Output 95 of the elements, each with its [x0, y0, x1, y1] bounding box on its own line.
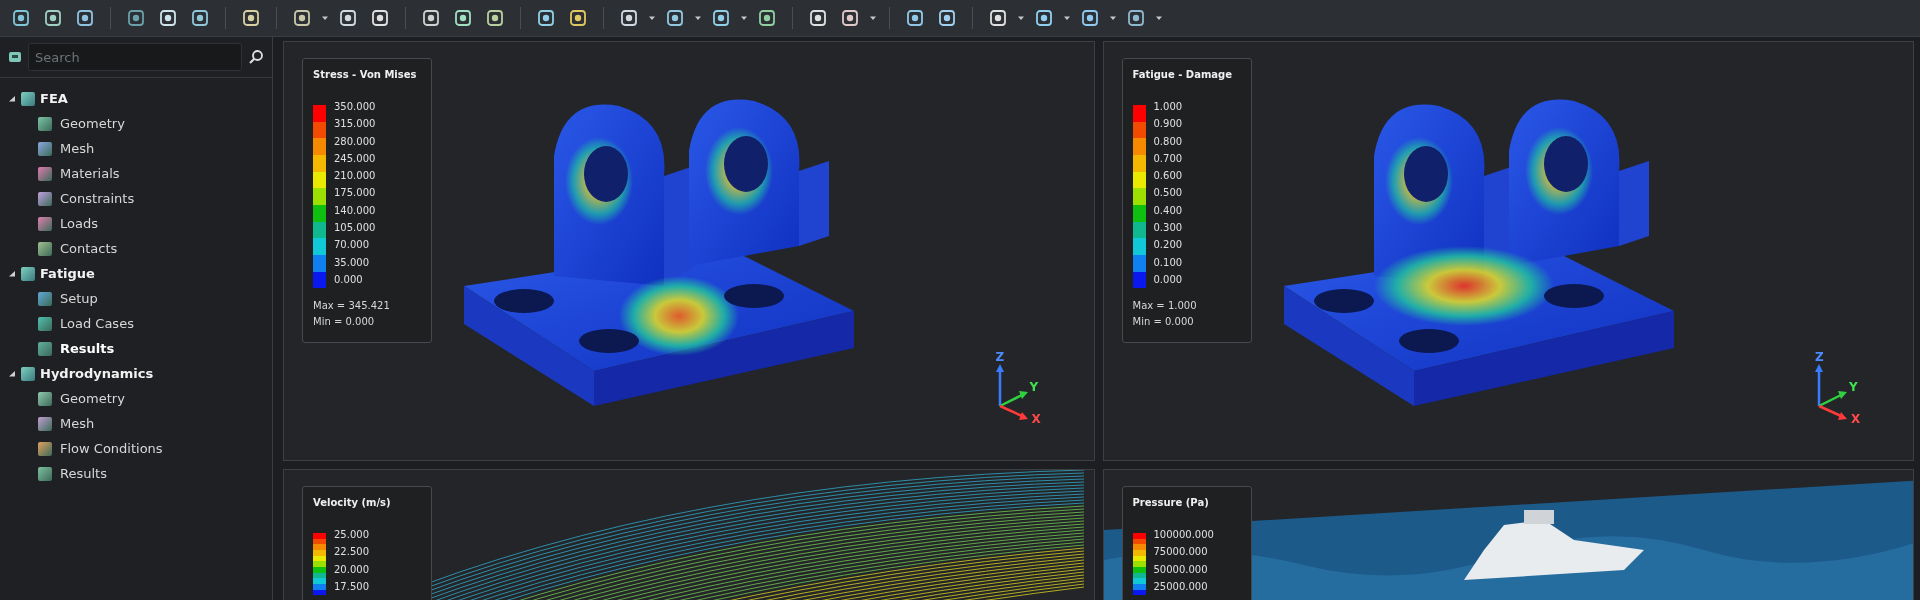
- legend-value: 0.300: [1153, 221, 1183, 236]
- folder-icon: [8, 50, 22, 64]
- tree-item[interactable]: Constraints: [0, 186, 272, 211]
- legend-value: 0.800: [1153, 134, 1183, 149]
- tree-node-icon: [38, 391, 52, 406]
- caret-icon[interactable]: [694, 14, 702, 22]
- tree-node-icon: [38, 216, 52, 231]
- legend-title: Fatigue - Damage: [1132, 69, 1234, 80]
- search-field[interactable]: Search: [28, 43, 242, 71]
- viewport-panel[interactable]: Stress - Von Mises 350.000 315.000 280.000 245.000 210.000 175.000 140.000 105.000 70.000 35.000 0.000 Max = 345.421 Min = 0.000 Z Y X: [283, 41, 1095, 461]
- legend-value: 35.000: [334, 255, 370, 270]
- legend-min: Min = 0.000: [313, 315, 376, 330]
- y-axis-label: Y: [1029, 380, 1039, 394]
- legend-value: 0.700: [1153, 151, 1183, 166]
- legend-value: 75000.000: [1153, 545, 1209, 560]
- legend-max: Max = 1.000: [1132, 299, 1198, 314]
- tree-group-label[interactable]: Hydrodynamics: [40, 366, 154, 381]
- y-axis-label: Y: [1849, 380, 1858, 394]
- viewport-panel[interactable]: Pressure (Pa) 100000.000 75000.000 50000.000 25000.000: [1102, 469, 1914, 600]
- tree-node-icon: [38, 441, 52, 456]
- legend-value: 245.000: [334, 151, 376, 166]
- legend-max: Max = 345.421: [313, 299, 391, 314]
- legend-min: Min = 0.000: [1132, 315, 1195, 330]
- tree-item[interactable]: Loads: [0, 211, 272, 236]
- caret-icon[interactable]: [1063, 14, 1071, 22]
- tree-group-label[interactable]: FEA: [40, 91, 68, 106]
- search-icon[interactable]: [248, 49, 264, 65]
- tree-group-label[interactable]: Fatigue: [40, 266, 95, 281]
- legend-value: 17.500: [334, 579, 369, 594]
- tree-node-icon: [38, 341, 52, 356]
- tree-node-icon: [38, 166, 52, 181]
- tree-item[interactable]: Geometry: [0, 111, 272, 136]
- legend-value: 22.500: [334, 545, 369, 560]
- caret-icon[interactable]: [321, 14, 329, 22]
- legend-value: 20.000: [334, 562, 369, 577]
- viewport-panel[interactable]: Velocity (m/s) 25.000 22.500 20.000 17.500: [283, 469, 1095, 600]
- legend-value: 70.000: [334, 238, 370, 253]
- tree-item[interactable]: Results: [0, 461, 272, 486]
- tree-node-icon: [21, 366, 35, 381]
- legend-value: 0.900: [1153, 117, 1183, 132]
- legend-value: 0.400: [1153, 203, 1183, 218]
- tree-node-icon: [38, 141, 52, 156]
- x-axis-label: X: [1851, 412, 1861, 426]
- legend-value: 0.500: [1153, 186, 1183, 201]
- tree-item[interactable]: Load Cases: [0, 311, 272, 336]
- tree-node-icon: [38, 191, 52, 206]
- legend-value: 25000.000: [1153, 579, 1209, 594]
- legend-value: 1.000: [1153, 100, 1183, 114]
- caret-icon[interactable]: [740, 14, 748, 22]
- legend-value: 0.000: [1153, 272, 1183, 287]
- tree-node-icon: [38, 466, 52, 481]
- tree-item[interactable]: Mesh: [0, 136, 272, 161]
- expand-icon[interactable]: [8, 94, 16, 103]
- tree-node-icon: [38, 316, 52, 331]
- legend-value: 25.000: [334, 528, 369, 542]
- legend-title: Velocity (m/s): [313, 497, 392, 508]
- tree-item[interactable]: Geometry: [0, 386, 272, 411]
- tree-item[interactable]: Materials: [0, 161, 272, 186]
- caret-icon[interactable]: [1017, 14, 1025, 22]
- legend-value: 100000.000: [1153, 528, 1214, 542]
- expand-icon[interactable]: [8, 369, 16, 378]
- legend-value: 50000.000: [1153, 562, 1209, 577]
- caret-icon[interactable]: [1155, 14, 1163, 22]
- z-axis-label: Z: [1815, 350, 1824, 364]
- legend-value: 350.000: [334, 100, 376, 114]
- caret-icon[interactable]: [869, 14, 877, 22]
- legend-value: 0.200: [1153, 238, 1183, 253]
- expand-icon[interactable]: [8, 269, 16, 278]
- x-axis-label: X: [1031, 412, 1041, 426]
- caret-icon[interactable]: [648, 14, 656, 22]
- tree-node-icon: [21, 91, 35, 106]
- tree-node-icon: [38, 116, 52, 131]
- legend-value: 210.000: [334, 169, 376, 184]
- legend-value: 140.000: [334, 203, 376, 218]
- legend-value: 105.000: [334, 221, 376, 236]
- tree-node-icon: [38, 416, 52, 431]
- tree-node-icon: [38, 241, 52, 256]
- caret-icon[interactable]: [1109, 14, 1117, 22]
- legend-value: 0.600: [1153, 169, 1183, 184]
- tree-node-icon: [21, 266, 35, 281]
- viewport-panel[interactable]: Fatigue - Damage 1.000 0.900 0.800 0.700 0.600 0.500 0.400 0.300 0.200 0.100 0.000 Max = 1.000 Min = 0.000 Z Y X: [1102, 41, 1914, 461]
- tree-item[interactable]: Results: [0, 336, 272, 361]
- tree-item[interactable]: Setup: [0, 286, 272, 311]
- tree-node-icon: [38, 291, 52, 306]
- legend-value: 0.100: [1153, 255, 1183, 270]
- legend-value: 175.000: [334, 186, 376, 201]
- z-axis-label: Z: [995, 350, 1005, 364]
- legend-title: Pressure (Pa): [1132, 497, 1210, 508]
- tree-item[interactable]: Contacts: [0, 236, 272, 261]
- legend-title: Stress - Von Mises: [313, 69, 418, 80]
- tree-item[interactable]: Flow Conditions: [0, 436, 272, 461]
- legend-value: 315.000: [334, 117, 376, 132]
- legend-value: 0.000: [334, 272, 364, 287]
- tree-item[interactable]: Mesh: [0, 411, 272, 436]
- legend-value: 280.000: [334, 134, 376, 149]
